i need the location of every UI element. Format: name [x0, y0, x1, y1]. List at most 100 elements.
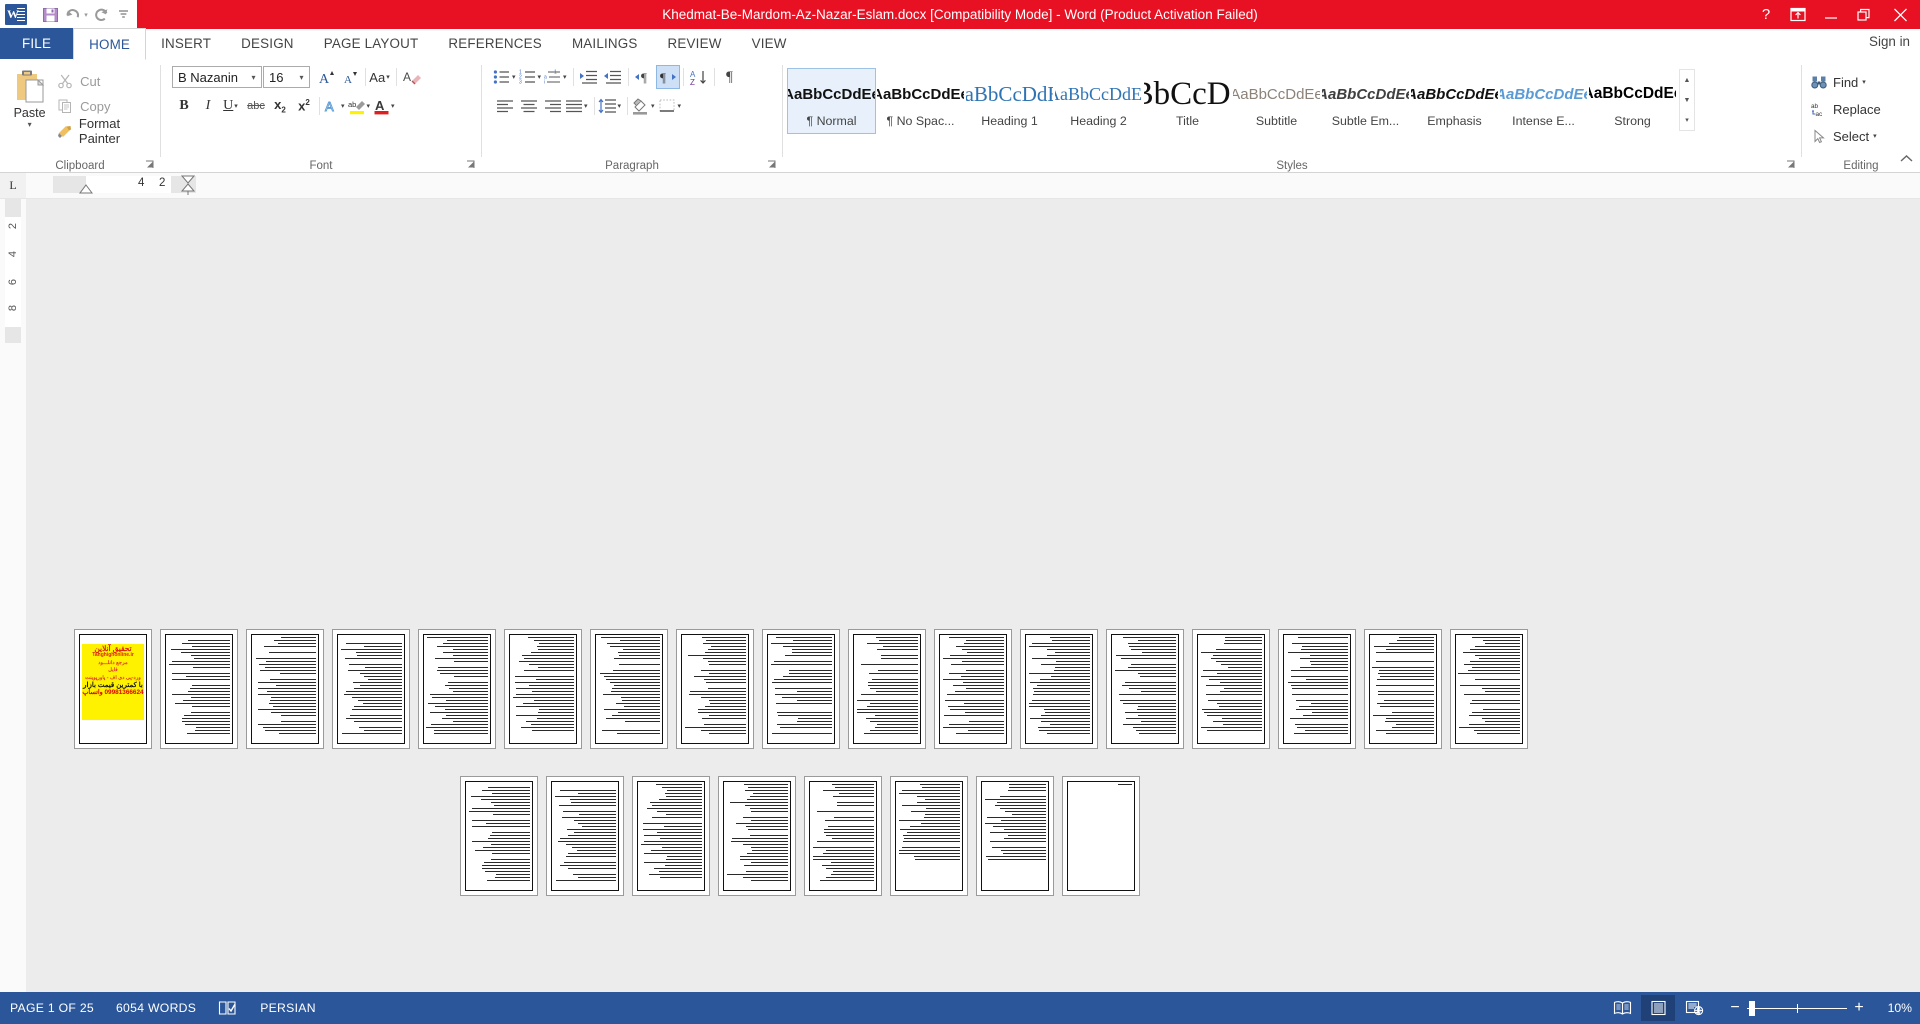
zoom-out-button[interactable]: −	[1726, 1000, 1744, 1016]
help-icon[interactable]: ?	[1751, 0, 1781, 29]
page-thumbnail[interactable]	[718, 776, 796, 896]
show-formatting-marks-button[interactable]: ¶	[718, 65, 742, 89]
page-thumbnail[interactable]	[1106, 629, 1184, 749]
tab-review[interactable]: REVIEW	[653, 28, 737, 59]
page-thumbnail[interactable]	[1192, 629, 1270, 749]
italic-button[interactable]: I	[196, 94, 220, 118]
right-indent-marker[interactable]	[181, 175, 195, 195]
superscript-button[interactable]: x2	[292, 94, 316, 118]
paragraph-dialog-launcher[interactable]	[767, 160, 778, 171]
ribbon-display-options-icon[interactable]	[1781, 0, 1814, 29]
replace-button[interactable]: ab ac Replace	[1808, 97, 1920, 121]
style-no-spacing[interactable]: AaBbCcDdEe ¶ No Spac...	[876, 68, 965, 134]
page-thumbnail[interactable]	[804, 776, 882, 896]
paste-dropdown-arrow[interactable]: ▾	[28, 121, 32, 129]
page-thumbnail[interactable]	[1278, 629, 1356, 749]
read-mode-button[interactable]	[1605, 995, 1639, 1021]
chevron-down-icon[interactable]: ▾	[246, 73, 261, 82]
document-canvas[interactable]: تحقیق آنلاین Tahghighonline.ir مرجع دانلــ…	[26, 199, 1920, 992]
vertical-ruler[interactable]: 2 4 6 8	[0, 199, 26, 992]
strikethrough-button[interactable]: abc	[244, 94, 268, 118]
increase-indent-button[interactable]	[577, 65, 601, 89]
minimize-icon[interactable]	[1814, 0, 1847, 29]
chevron-down-icon[interactable]: ▾	[1873, 132, 1877, 140]
font-dialog-launcher[interactable]	[466, 160, 477, 171]
styles-more-icon[interactable]: ▾	[1680, 110, 1694, 130]
copy-button[interactable]: Copy	[54, 95, 160, 117]
borders-button[interactable]: ▾	[658, 94, 685, 118]
zoom-in-button[interactable]: +	[1850, 1000, 1868, 1016]
align-right-button[interactable]	[541, 94, 565, 118]
zoom-track[interactable]	[1747, 1000, 1847, 1016]
select-button[interactable]: Select ▾	[1808, 124, 1920, 148]
page-thumbnail[interactable]	[246, 629, 324, 749]
page-thumbnail[interactable]	[460, 776, 538, 896]
page-thumbnail[interactable]	[1450, 629, 1528, 749]
page-thumbnail[interactable]	[890, 776, 968, 896]
page-thumbnail[interactable]	[332, 629, 410, 749]
style-strong[interactable]: AaBbCcDdEe Strong	[1588, 68, 1677, 134]
page-thumbnail[interactable]	[1364, 629, 1442, 749]
page-thumbnail[interactable]	[762, 629, 840, 749]
font-family-combobox[interactable]: B Nazanin ▾	[172, 66, 262, 88]
style-heading-1[interactable]: AaBbCcDdEe Heading 1	[965, 68, 1054, 134]
style-intense-emphasis[interactable]: AaBbCcDdEe Intense E...	[1499, 68, 1588, 134]
page-thumbnail[interactable]	[418, 629, 496, 749]
line-spacing-button[interactable]: ▾	[598, 94, 625, 118]
page-thumbnail[interactable]	[1020, 629, 1098, 749]
cut-button[interactable]: Cut	[54, 70, 160, 92]
bold-button[interactable]: B	[172, 94, 196, 118]
tab-home[interactable]: HOME	[73, 28, 147, 60]
style-heading-2[interactable]: AaBbCcDdEe Heading 2	[1054, 68, 1143, 134]
paste-button[interactable]: Paste ▾	[5, 67, 54, 142]
tab-page-layout[interactable]: PAGE LAYOUT	[309, 28, 434, 59]
decrease-indent-button[interactable]	[601, 65, 625, 89]
sign-in-link[interactable]: Sign in	[1869, 34, 1910, 49]
page-thumbnail[interactable]	[590, 629, 668, 749]
font-size-combobox[interactable]: 16 ▾	[263, 66, 310, 88]
page-thumbnail[interactable]	[976, 776, 1054, 896]
numbering-button[interactable]: 1 2 3 ▾	[519, 65, 545, 89]
subscript-button[interactable]: x2	[268, 94, 292, 118]
web-layout-button[interactable]	[1677, 995, 1711, 1021]
first-line-indent-marker[interactable]	[79, 184, 93, 194]
scroll-up-icon[interactable]: ▲	[1680, 70, 1694, 90]
tab-references[interactable]: REFERENCES	[433, 28, 557, 59]
change-case-button[interactable]: Aa ▾	[369, 65, 393, 89]
horizontal-ruler[interactable]: 4 2	[26, 173, 1920, 198]
chevron-down-icon[interactable]: ▾	[294, 73, 309, 82]
page-thumbnail[interactable]	[504, 629, 582, 749]
style-emphasis[interactable]: AaBbCcDdEe Emphasis	[1410, 68, 1499, 134]
grow-font-button[interactable]: A	[314, 65, 338, 89]
page-number-status[interactable]: PAGE 1 OF 25	[10, 1001, 94, 1015]
word-count-status[interactable]: 6054 WORDS	[116, 1001, 196, 1015]
style-subtle-emphasis[interactable]: AaBbCcDdEe Subtle Em...	[1321, 68, 1410, 134]
rtl-text-direction-button[interactable]: ¶	[655, 65, 680, 89]
tab-stop-selector[interactable]: L	[0, 173, 26, 198]
zoom-level-label[interactable]: 10%	[1878, 1001, 1912, 1015]
chevron-down-icon[interactable]: ▾	[1862, 78, 1866, 86]
justify-button[interactable]: ▾	[565, 94, 591, 118]
bullets-button[interactable]: ▾	[493, 65, 519, 89]
zoom-slider[interactable]: − + 10%	[1726, 1000, 1912, 1016]
proofing-errors-icon[interactable]	[218, 1000, 238, 1016]
style-normal[interactable]: AaBbCcDdEe ¶ Normal	[787, 68, 876, 134]
style-title[interactable]: AaBbCcDdEe Title	[1143, 68, 1232, 134]
page-thumbnail[interactable]: تحقیق آنلاین Tahghighonline.ir مرجع دانلــ…	[74, 629, 152, 749]
align-left-button[interactable]	[493, 94, 517, 118]
language-status[interactable]: PERSIAN	[260, 1001, 316, 1015]
clipboard-dialog-launcher[interactable]	[145, 160, 156, 171]
tab-view[interactable]: VIEW	[737, 28, 802, 59]
zoom-thumb[interactable]	[1749, 1000, 1755, 1016]
collapse-ribbon-button[interactable]	[1900, 154, 1913, 168]
underline-button[interactable]: U ▾	[220, 94, 244, 118]
styles-dialog-launcher[interactable]	[1786, 160, 1797, 171]
ltr-text-direction-button[interactable]: ¶	[632, 65, 656, 89]
shrink-font-button[interactable]: A	[338, 65, 362, 89]
page-thumbnail[interactable]	[160, 629, 238, 749]
close-icon[interactable]	[1880, 0, 1920, 29]
styles-gallery-scroll[interactable]: ▲ ▼ ▾	[1679, 69, 1695, 131]
restore-icon[interactable]	[1847, 0, 1880, 29]
scroll-down-icon[interactable]: ▼	[1680, 90, 1694, 110]
page-thumbnail[interactable]	[546, 776, 624, 896]
